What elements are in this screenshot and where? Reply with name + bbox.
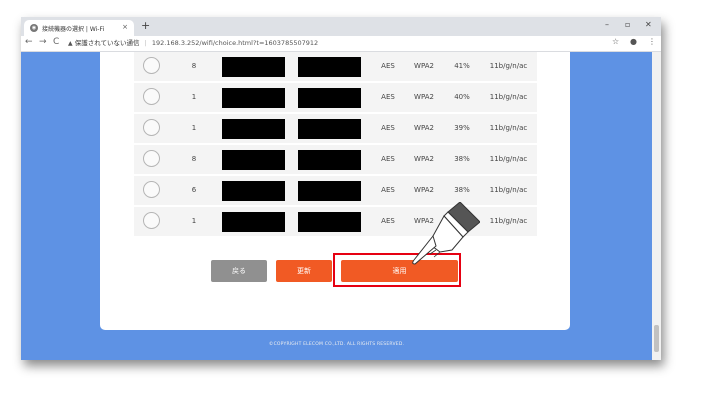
channel-cell: 8 (191, 62, 197, 70)
pointing-hand-icon (412, 202, 480, 265)
select-radio[interactable] (142, 180, 160, 198)
url-text: 192.168.3.252/wifi/choice.html?t=1603785… (151, 39, 319, 47)
browser-window: ◉ 接続機器の選択 | Wi-Fi × + – ▫ ✕ ← → C ▲ 保護され… (21, 17, 661, 360)
signal-cell: 40% (454, 93, 470, 101)
redacted-block (298, 88, 361, 108)
standard-cell: 11b/g/n/ac (489, 93, 528, 101)
redacted-block (222, 212, 285, 232)
encryption-cell: AES (381, 93, 395, 101)
table-row[interactable]: 6 AES WPA2 38% 11b/g/n/ac (134, 176, 537, 205)
forward-arrow-icon[interactable]: → (39, 37, 47, 47)
redacted-block (222, 88, 285, 108)
radio-cell[interactable] (134, 176, 168, 205)
auth-cell: WPA2 (414, 124, 434, 132)
redacted-block (298, 119, 361, 139)
radio-cell[interactable] (134, 52, 168, 81)
bookmark-star-icon[interactable]: ☆ (612, 37, 619, 46)
reload-icon[interactable]: C (53, 37, 59, 47)
mac-cell (296, 83, 372, 112)
close-tab-icon[interactable]: × (122, 23, 128, 31)
ssid-cell (220, 114, 296, 143)
menu-icon[interactable]: ⋮ (648, 37, 656, 46)
standard-cell: 11b/g/n/ac (489, 124, 528, 132)
table-row[interactable]: 8 AES WPA2 38% 11b/g/n/ac (134, 145, 537, 174)
select-radio[interactable] (142, 56, 160, 74)
redacted-block (298, 150, 361, 170)
standard-cell: 11b/g/n/ac (489, 186, 528, 194)
mac-cell (296, 52, 372, 81)
ssid-cell (220, 52, 296, 81)
redacted-block (222, 119, 285, 139)
content-card: 8 AES WPA2 41% 11b/g/n/ac 1 AES WPA2 40% 11b/g/n/… (100, 52, 570, 330)
select-radio[interactable] (142, 149, 160, 167)
signal-cell: 39% (454, 124, 470, 132)
select-radio[interactable] (142, 87, 160, 105)
standard-cell: 11b/g/n/ac (489, 155, 528, 163)
auth-cell: WPA2 (414, 155, 434, 163)
warning-icon: ▲ (68, 40, 73, 47)
auth-cell: WPA2 (414, 186, 434, 194)
channel-cell: 6 (191, 186, 197, 194)
new-tab-button[interactable]: + (141, 19, 150, 32)
scrollbar-thumb[interactable] (654, 325, 659, 352)
back-button[interactable]: 戻る (211, 260, 267, 282)
tab-bar: ◉ 接続機器の選択 | Wi-Fi × + – ▫ ✕ (21, 17, 661, 36)
security-text: 保護されていない通信 (74, 39, 140, 47)
redacted-block (298, 212, 361, 232)
page-viewport: 8 AES WPA2 41% 11b/g/n/ac 1 AES WPA2 40% 11b/g/n/… (21, 52, 652, 360)
table-row[interactable]: 1 AES WPA2 39% 11b/g/n/ac (134, 114, 537, 143)
ssid-cell (220, 83, 296, 112)
tab-title: 接続機器の選択 | Wi-Fi (42, 26, 105, 33)
copyright-footer: ©COPYRIGHT ELECOM CO.,LTD. ALL RIGHTS RE… (268, 342, 405, 347)
redacted-block (222, 57, 285, 77)
maximize-icon[interactable]: ▫ (625, 20, 630, 29)
ssid-cell (220, 145, 296, 174)
address-bar[interactable]: ▲ 保護されていない通信 | 192.168.3.252/wifi/choice… (68, 38, 608, 49)
close-window-icon[interactable]: ✕ (645, 20, 652, 29)
redacted-block (222, 150, 285, 170)
profile-icon[interactable]: ● (630, 37, 637, 46)
table-row[interactable]: 8 AES WPA2 41% 11b/g/n/ac (134, 52, 537, 81)
channel-cell: 8 (191, 155, 197, 163)
channel-cell: 1 (191, 124, 197, 132)
table-row[interactable]: 1 AES WPA2 40% 11b/g/n/ac (134, 83, 537, 112)
encryption-cell: AES (381, 62, 395, 70)
refresh-button[interactable]: 更新 (276, 260, 332, 282)
redacted-block (298, 57, 361, 77)
standard-cell: 11b/g/n/ac (489, 62, 528, 70)
channel-cell: 1 (191, 93, 197, 101)
radio-cell[interactable] (134, 145, 168, 174)
encryption-cell: AES (381, 155, 395, 163)
radio-cell[interactable] (134, 114, 168, 143)
browser-tab[interactable]: ◉ 接続機器の選択 | Wi-Fi × (24, 20, 134, 36)
signal-cell: 41% (454, 62, 470, 70)
back-arrow-icon[interactable]: ← (25, 37, 33, 47)
radio-cell[interactable] (134, 83, 168, 112)
auth-cell: WPA2 (414, 62, 434, 70)
mac-cell (296, 207, 372, 236)
standard-cell: 11b/g/n/ac (489, 217, 528, 225)
mac-cell (296, 114, 372, 143)
minimize-icon[interactable]: – (605, 20, 609, 29)
globe-icon: ◉ (30, 24, 38, 32)
signal-cell: 38% (454, 186, 470, 194)
radio-cell[interactable] (134, 207, 168, 236)
ssid-cell (220, 207, 296, 236)
redacted-block (298, 181, 361, 201)
signal-cell: 38% (454, 155, 470, 163)
mac-cell (296, 145, 372, 174)
select-radio[interactable] (142, 211, 160, 229)
encryption-cell: AES (381, 186, 395, 194)
select-radio[interactable] (142, 118, 160, 136)
channel-cell: 1 (191, 217, 197, 225)
auth-cell: WPA2 (414, 93, 434, 101)
url-separator: | (144, 39, 147, 47)
browser-toolbar: ← → C ▲ 保護されていない通信 | 192.168.3.252/wifi/… (21, 36, 661, 52)
page-scrollbar[interactable] (652, 52, 661, 360)
redacted-block (222, 181, 285, 201)
ssid-cell (220, 176, 296, 205)
encryption-cell: AES (381, 124, 395, 132)
mac-cell (296, 176, 372, 205)
